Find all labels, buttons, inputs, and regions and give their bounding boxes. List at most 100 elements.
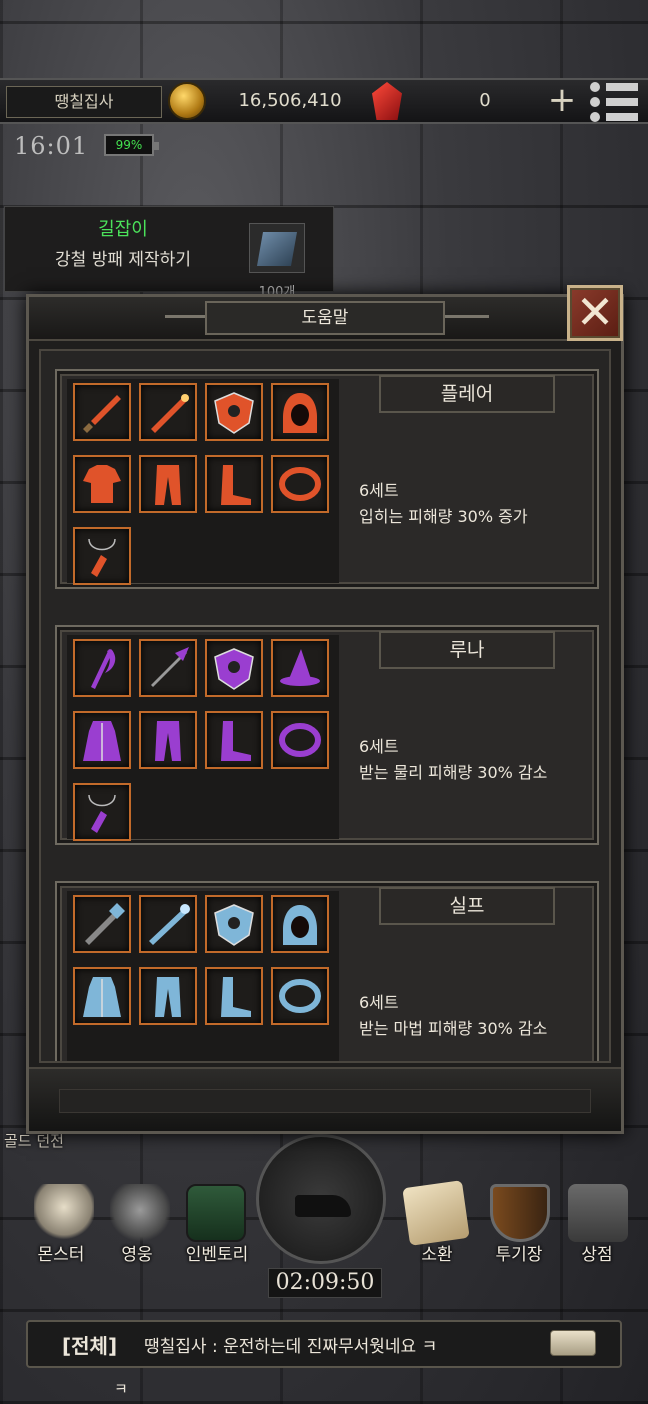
item-slot[interactable] [205, 383, 263, 441]
chat-channel[interactable]: [전체] [62, 1330, 117, 1359]
item-slot[interactable] [271, 383, 329, 441]
set-name: 루나 [379, 631, 555, 669]
nav-hero[interactable]: 영웅 [92, 1240, 182, 1265]
item-slot[interactable] [139, 455, 197, 513]
item-slot[interactable] [271, 455, 329, 513]
sword-icon [83, 395, 121, 433]
set-effect: 받는 마법 피해량 30% 감소 [359, 1019, 548, 1038]
boots-icon [221, 721, 251, 761]
dialog-title: 도움말 [205, 301, 445, 335]
pants-icon [155, 721, 181, 761]
ruby-gem-icon [372, 82, 402, 120]
quest-guild-label: 길잡이 [98, 219, 148, 240]
dialog-body-scroll[interactable]: 플레어 6세트 입히는 피해량 30% 증가 루나 6세트 받는 물리 피해량 30% 감… [39, 349, 611, 1063]
armor-icon[interactable] [110, 1184, 170, 1242]
gold-amount: 16,506,410 [238, 90, 342, 111]
item-slot[interactable] [73, 639, 131, 697]
item-slot[interactable] [271, 639, 329, 697]
clock-time: 16:01 [14, 132, 89, 160]
ring-icon [279, 723, 321, 757]
item-slot[interactable] [271, 967, 329, 1025]
material-book-icon [249, 223, 305, 273]
item-slot[interactable] [205, 895, 263, 953]
item-slot[interactable] [271, 711, 329, 769]
nav-inventory[interactable]: 인벤토리 [172, 1240, 262, 1265]
staff-icon [149, 904, 190, 945]
hood-icon [283, 905, 317, 945]
set-items-grid [67, 891, 339, 1061]
hood-icon [283, 393, 317, 433]
help-dialog: 도움말 ✕ 플레어 6세트 입히는 피해량 30% 증가 루나 6세트 받는 물리 피해량… [26, 285, 624, 1134]
shop-chest-icon[interactable] [568, 1184, 628, 1242]
shield-icon [214, 904, 254, 946]
item-slot[interactable] [73, 711, 131, 769]
boots-icon [221, 977, 251, 1017]
set-count: 6세트 [359, 737, 399, 756]
ring-icon [279, 467, 321, 501]
nav-shop[interactable]: 상점 [552, 1240, 642, 1265]
boots-icon [221, 465, 251, 505]
gold-coin-icon [168, 82, 206, 120]
item-slot[interactable] [139, 639, 197, 697]
set-count: 6세트 [359, 481, 399, 500]
amulet-icon [88, 794, 116, 833]
chat-message-wrap: ㅋ [114, 1380, 128, 1398]
shield-icon [214, 392, 254, 434]
set-items-grid [67, 379, 339, 585]
battery-indicator: 99% [104, 134, 159, 156]
skull-icon[interactable] [34, 1184, 94, 1242]
shield-icon [214, 648, 254, 690]
item-slot[interactable] [73, 783, 131, 841]
item-slot[interactable] [73, 383, 131, 441]
nav-summon[interactable]: 소환 [392, 1240, 482, 1265]
menu-list-icon[interactable] [588, 80, 640, 124]
anvil-icon[interactable] [256, 1134, 386, 1264]
item-slot[interactable] [139, 895, 197, 953]
chat-message: 땡칠집사 : 운전하는데 진짜무서웟네요 ㅋ [144, 1337, 438, 1357]
item-slot[interactable] [205, 455, 263, 513]
pants-icon [155, 465, 181, 505]
item-slot[interactable] [73, 527, 131, 585]
arena-shield-icon[interactable] [490, 1184, 550, 1242]
set-effect: 입히는 피해량 30% 증가 [359, 507, 528, 526]
add-gems-button[interactable]: + [546, 83, 578, 118]
wand-icon [151, 394, 189, 433]
item-slot[interactable] [205, 639, 263, 697]
item-slot[interactable] [139, 711, 197, 769]
scythe-icon [91, 649, 116, 689]
item-slot[interactable] [205, 711, 263, 769]
armor-icon [83, 465, 121, 503]
set-count: 6세트 [359, 993, 399, 1012]
item-slot[interactable] [139, 383, 197, 441]
item-slot[interactable] [139, 967, 197, 1025]
item-slot[interactable] [73, 455, 131, 513]
player-name[interactable]: 땡칠집사 [6, 86, 162, 118]
chat-input-button[interactable] [550, 1330, 596, 1356]
set-name: 플레어 [379, 375, 555, 413]
set-panel: 루나 6세트 받는 물리 피해량 30% 감소 [55, 625, 599, 845]
item-slot[interactable] [271, 895, 329, 953]
hat-icon [280, 649, 320, 686]
pants-icon [155, 977, 181, 1017]
quest-task-text: 강철 방패 제작하기 [55, 250, 191, 270]
bottom-navigation: 몬스터 영웅 인벤토리 02:09:50 소환 투기장 상점 [0, 1134, 648, 1320]
spear-icon [151, 647, 189, 687]
close-button[interactable]: ✕ [567, 285, 623, 341]
item-slot[interactable] [73, 967, 131, 1025]
quest-panel[interactable]: 길잡이 강철 방패 제작하기 100개 [4, 206, 334, 300]
amulet-icon [88, 538, 116, 577]
item-slot[interactable] [73, 895, 131, 953]
forge-timer: 02:09:50 [268, 1268, 382, 1298]
top-resource-bar: 땡칠집사 16,506,410 0 + [0, 78, 648, 124]
chat-bar[interactable]: [전체] 땡칠집사 : 운전하는데 진짜무서웟네요 ㅋ [26, 1320, 622, 1368]
ring-icon [279, 979, 321, 1013]
close-icon: ✕ [575, 285, 615, 339]
robe-icon [83, 721, 121, 761]
nav-arena[interactable]: 투기장 [474, 1240, 564, 1265]
dialog-footer [29, 1067, 621, 1131]
chest-icon[interactable] [186, 1184, 246, 1242]
item-slot[interactable] [205, 967, 263, 1025]
scroll-icon[interactable] [402, 1180, 470, 1246]
set-name: 실프 [379, 887, 555, 925]
set-panel: 플레어 6세트입히는 피해량 30% 증가 [55, 369, 599, 589]
